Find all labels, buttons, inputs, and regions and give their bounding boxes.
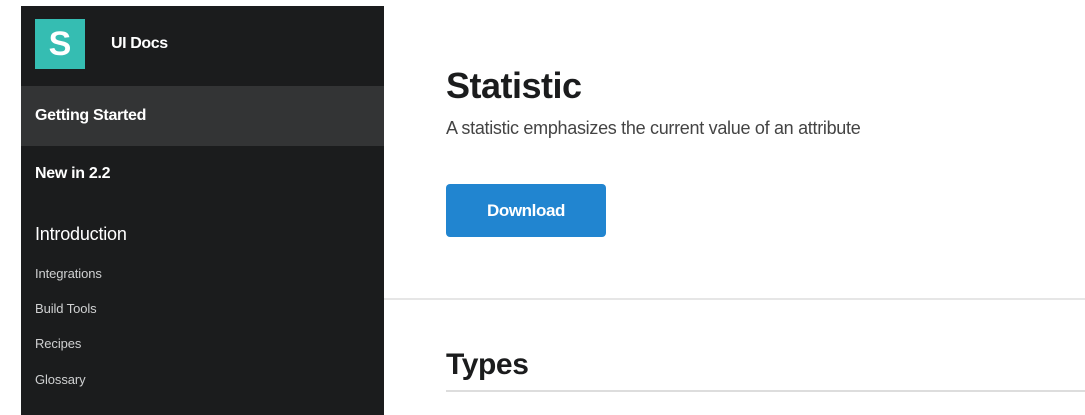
sidebar: S UI Docs Getting Started New in 2.2 Int…	[21, 6, 384, 415]
sidebar-item-introduction[interactable]: Introduction	[21, 219, 384, 249]
sidebar-item-integrations[interactable]: Integrations	[21, 257, 384, 289]
brand[interactable]: S UI Docs	[35, 14, 168, 74]
docs-page: S UI Docs Getting Started New in 2.2 Int…	[0, 0, 1085, 415]
page-title: Statistic	[446, 65, 582, 106]
main-content: Statistic A statistic emphasizes the cur…	[384, 0, 1085, 415]
section-heading-types: Types	[446, 348, 529, 381]
logo-icon: S	[35, 19, 85, 69]
sidebar-item-getting-started[interactable]: Getting Started	[21, 86, 384, 146]
brand-title: UI Docs	[111, 35, 168, 52]
sidebar-item-new-in-2-2[interactable]: New in 2.2	[21, 151, 384, 196]
sidebar-item-recipes[interactable]: Recipes	[21, 327, 384, 359]
sidebar-item-glossary[interactable]: Glossary	[21, 363, 384, 395]
section-heading-underline	[446, 390, 1085, 392]
download-button[interactable]: Download	[446, 184, 606, 237]
sidebar-item-build-tools[interactable]: Build Tools	[21, 292, 384, 324]
page-subtitle: A statistic emphasizes the current value…	[446, 118, 861, 138]
section-divider	[384, 298, 1085, 300]
